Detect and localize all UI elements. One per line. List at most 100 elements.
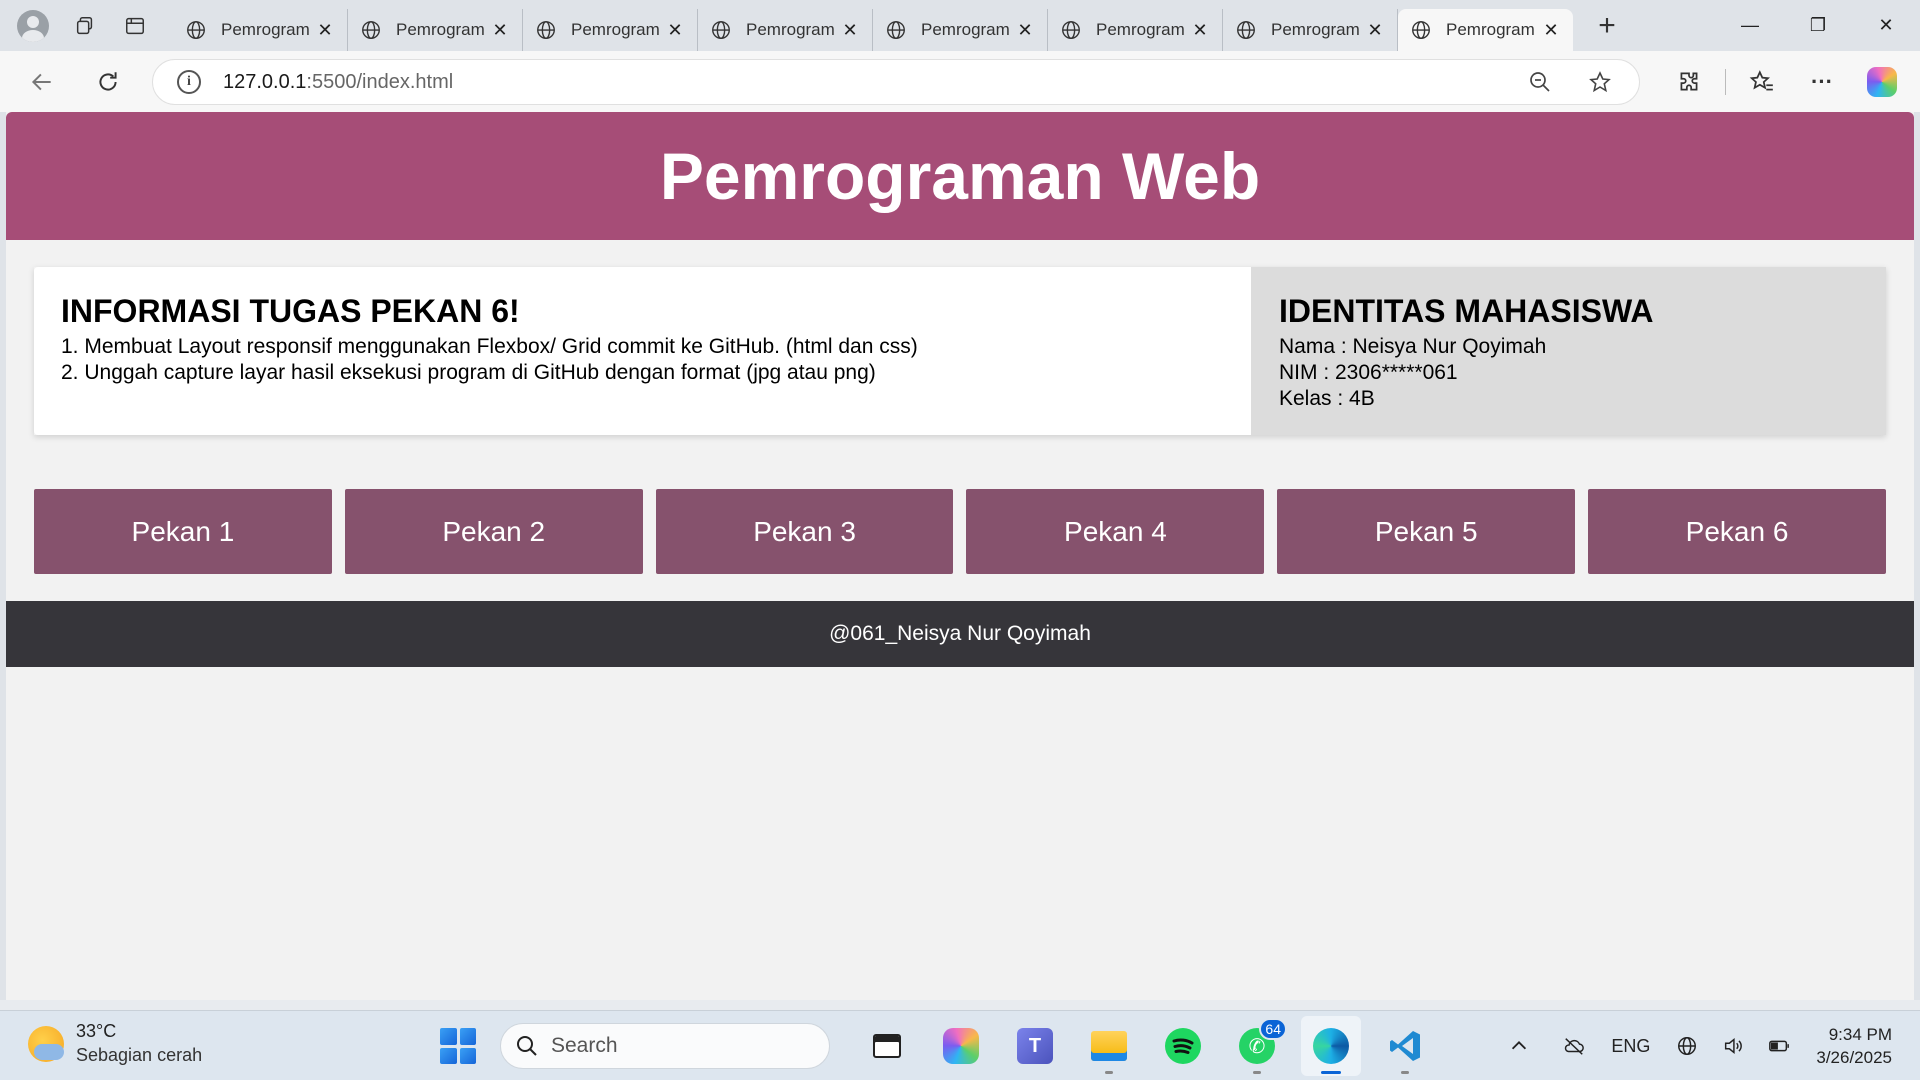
globe-icon	[712, 21, 730, 39]
browser-tab[interactable]: Pemrograman Web ✕	[523, 9, 698, 51]
running-indicator	[1105, 1071, 1113, 1074]
minimize-icon[interactable]: —	[1716, 0, 1784, 51]
address-bar[interactable]: i 127.0.0.1:5500/index.html	[152, 59, 1640, 105]
site-header: Pemrograman Web	[6, 112, 1914, 240]
browser-tab-active[interactable]: Pemrograman Web ✕	[1398, 9, 1573, 51]
clock-date: 3/26/2025	[1816, 1048, 1892, 1067]
copilot-app-icon[interactable]	[931, 1016, 991, 1076]
identity-nim: NIM : 2306*****061	[1279, 361, 1458, 384]
tab-title: Pemrograman Web	[746, 20, 834, 39]
tab-title: Pemrograman Web	[571, 20, 659, 39]
browser-tab[interactable]: Pemrograman Web ✕	[1048, 9, 1223, 51]
spotify-icon[interactable]	[1153, 1016, 1213, 1076]
globe-icon	[1412, 21, 1430, 39]
language-indicator[interactable]: ENG	[1611, 1036, 1650, 1057]
site-footer: @061_Neisya Nur Qoyimah	[6, 601, 1914, 667]
tab-title: Pemrograman Web	[396, 20, 484, 39]
week-5-button[interactable]: Pekan 5	[1277, 489, 1576, 574]
clock-time: 9:34 PM	[1828, 1025, 1892, 1044]
browser-tab[interactable]: Pemrograman Web ✕	[698, 9, 873, 51]
close-tab-icon[interactable]: ✕	[490, 20, 510, 41]
tab-title: Pemrograman Web	[1096, 20, 1184, 39]
refresh-icon[interactable]	[86, 60, 130, 104]
favorites-icon[interactable]	[1732, 60, 1792, 104]
week-3-button[interactable]: Pekan 3	[655, 489, 954, 574]
copilot-icon[interactable]	[1852, 60, 1912, 104]
tab-title: Pemrograman Web	[921, 20, 1009, 39]
student-identity-card: IDENTITAS MAHASISWA Nama : Neisya Nur Qo…	[1251, 267, 1886, 435]
edge-icon[interactable]	[1301, 1016, 1361, 1076]
search-icon	[517, 1036, 537, 1056]
more-icon[interactable]: ···	[1792, 60, 1852, 104]
identity-heading: IDENTITAS MAHASISWA	[1279, 293, 1654, 329]
week-2-button[interactable]: Pekan 2	[344, 489, 643, 574]
browser-toolbar: i 127.0.0.1:5500/index.html ···	[0, 51, 1920, 112]
taskbar-search[interactable]: Search	[500, 1023, 830, 1069]
new-tab-button[interactable]: +	[1587, 6, 1627, 46]
close-tab-icon[interactable]: ✕	[840, 20, 860, 41]
tab-title: Pemrograman Web	[1446, 20, 1535, 39]
weather-widget[interactable]: 33°C Sebagian cerah	[28, 1021, 202, 1066]
globe-icon	[362, 21, 380, 39]
close-tab-icon[interactable]: ✕	[665, 20, 685, 41]
browser-tab[interactable]: Pemrograman Web ✕	[873, 9, 1048, 51]
chevron-up-icon[interactable]	[1499, 1026, 1539, 1066]
page-title: Pemrograman Web	[659, 139, 1261, 213]
workspaces-icon[interactable]	[67, 8, 103, 44]
close-tab-icon[interactable]: ✕	[1190, 20, 1210, 41]
globe-icon	[887, 21, 905, 39]
clock[interactable]: 9:34 PM 3/26/2025	[1816, 1023, 1892, 1069]
restore-icon[interactable]: ❐	[1784, 0, 1852, 51]
weather-temperature: 33°C	[76, 1021, 117, 1041]
assignment-heading: INFORMASI TUGAS PEKAN 6!	[61, 293, 520, 329]
assignment-item: 2. Unggah capture layar hasil eksekusi p…	[61, 361, 876, 384]
window-bottom-edge	[0, 1000, 1920, 1010]
whatsapp-icon[interactable]: ✆ 64	[1227, 1016, 1287, 1076]
tab-actions-icon[interactable]	[117, 8, 153, 44]
battery-icon[interactable]	[1759, 1026, 1799, 1066]
taskbar-apps: Search T ✆ 64	[440, 1011, 1442, 1080]
close-tab-icon[interactable]: ✕	[1541, 20, 1561, 41]
onedrive-offline-icon[interactable]	[1554, 1026, 1594, 1066]
task-view-icon[interactable]	[857, 1016, 917, 1076]
profile-icon[interactable]	[17, 9, 49, 42]
vscode-icon[interactable]	[1375, 1016, 1435, 1076]
running-indicator	[1253, 1071, 1261, 1074]
week-1-button[interactable]: Pekan 1	[34, 489, 332, 574]
tab-list: Pemrograman Web ✕ Pemrograman Web ✕ Pemr…	[173, 0, 1573, 51]
zoom-out-icon[interactable]	[1525, 67, 1555, 97]
info-icon[interactable]: i	[177, 70, 201, 94]
week-buttons: Pekan 1 Pekan 2 Pekan 3 Pekan 4 Pekan 5 …	[34, 489, 1886, 574]
favorite-star-icon[interactable]	[1585, 67, 1615, 97]
browser-tab[interactable]: Pemrograman Web ✕	[1223, 9, 1398, 51]
url-host: 127.0.0.1	[223, 70, 307, 93]
file-explorer-icon[interactable]	[1079, 1016, 1139, 1076]
network-globe-icon[interactable]	[1667, 1026, 1707, 1066]
identity-name: Nama : Neisya Nur Qoyimah	[1279, 335, 1547, 358]
close-tab-icon[interactable]: ✕	[315, 20, 335, 41]
globe-icon	[187, 21, 205, 39]
toolbar-divider	[1725, 68, 1726, 95]
close-tab-icon[interactable]: ✕	[1015, 20, 1035, 41]
weather-partly-sunny-icon	[28, 1025, 64, 1062]
week-4-button[interactable]: Pekan 4	[966, 489, 1265, 574]
whatsapp-badge: 64	[1259, 1018, 1287, 1040]
week-6-button[interactable]: Pekan 6	[1588, 489, 1886, 574]
teams-icon[interactable]: T	[1005, 1016, 1065, 1076]
assignment-info-card: INFORMASI TUGAS PEKAN 6! 1. Membuat Layo…	[34, 267, 1251, 435]
page-viewport: Pemrograman Web INFORMASI TUGAS PEKAN 6!…	[6, 112, 1914, 1000]
close-tab-icon[interactable]: ✕	[1365, 20, 1385, 41]
start-icon[interactable]	[440, 1028, 476, 1064]
url-text[interactable]: 127.0.0.1:5500/index.html	[223, 71, 1525, 94]
globe-icon	[537, 21, 555, 39]
close-window-icon[interactable]: ✕	[1852, 0, 1920, 51]
back-icon[interactable]	[20, 60, 64, 104]
url-path: :5500/index.html	[306, 70, 454, 93]
browser-tab[interactable]: Pemrograman Web ✕	[173, 9, 348, 51]
volume-icon[interactable]	[1713, 1026, 1753, 1066]
extensions-icon[interactable]	[1659, 60, 1719, 104]
browser-tab[interactable]: Pemrograman Web ✕	[348, 9, 523, 51]
globe-icon	[1062, 21, 1080, 39]
running-indicator	[1401, 1071, 1409, 1074]
assignment-item: 1. Membuat Layout responsif menggunakan …	[61, 335, 918, 358]
